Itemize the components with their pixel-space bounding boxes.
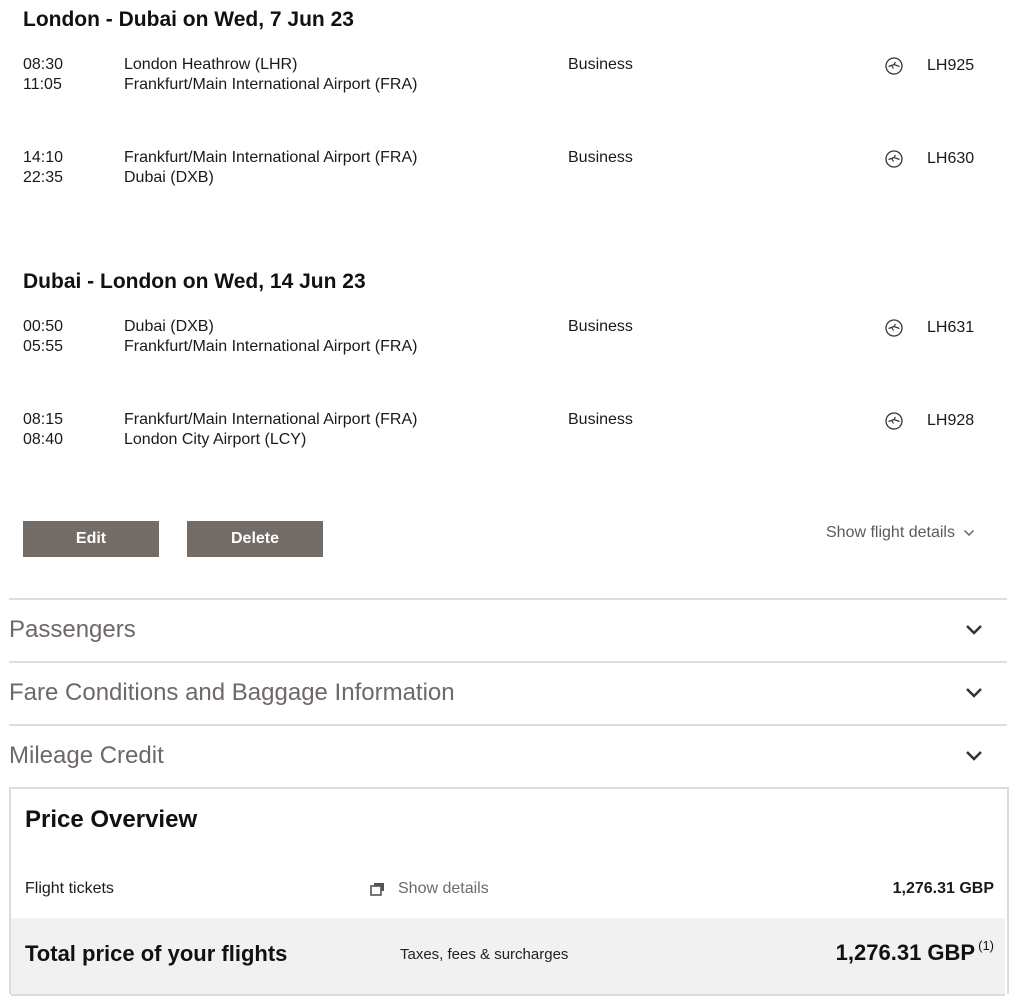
departure-airport: Frankfurt/Main International Airport (FR…: [124, 149, 418, 166]
show-flight-details-label: Show flight details: [826, 524, 955, 541]
flight-segment: 00:50 05:55 Dubai (DXB) Frankfurt/Main I…: [23, 317, 993, 361]
chevron-down-icon: [963, 529, 974, 537]
total-price-amount: 1,276.31 GBP (1): [835, 938, 994, 966]
show-details-label: Show details: [398, 880, 489, 897]
chevron-down-icon: [966, 751, 982, 761]
departure-airport: Dubai (DXB): [124, 318, 214, 335]
accordion-title: Fare Conditions and Baggage Information: [9, 679, 455, 706]
arrival-time: 22:35: [23, 169, 64, 186]
flight-number: LH928: [927, 412, 975, 429]
total-price-label: Total price of your flights: [25, 941, 288, 966]
segment-times: 08:30 11:05: [23, 55, 63, 95]
delete-button[interactable]: Delete: [187, 521, 323, 557]
stacked-windows-icon: [370, 883, 384, 896]
accordion-title: Mileage Credit: [9, 742, 164, 769]
flight-tickets-amount: 1,276.31 GBP: [892, 880, 994, 897]
flight-segment: 08:15 08:40 Frankfurt/Main International…: [23, 410, 993, 454]
departure-time: 08:15: [23, 411, 64, 428]
footnote-marker[interactable]: (1): [978, 938, 994, 953]
departure-time: 14:10: [23, 149, 64, 166]
arrival-airport: Dubai (DXB): [124, 169, 214, 186]
cabin-class: Business: [568, 56, 633, 73]
departure-airport: Frankfurt/Main International Airport (FR…: [124, 411, 418, 428]
arrival-time: 08:40: [23, 431, 64, 448]
passengers-accordion[interactable]: Passengers: [9, 598, 1007, 662]
departure-airport: London Heathrow (LHR): [124, 56, 298, 73]
arrival-airport: Frankfurt/Main International Airport (FR…: [124, 76, 418, 93]
arrival-airport: Frankfurt/Main International Airport (FR…: [124, 338, 418, 355]
cabin-class: Business: [568, 318, 633, 335]
flight-number: LH925: [927, 57, 975, 74]
taxes-fees-note: Taxes, fees & surcharges: [400, 946, 569, 963]
total-amount-value: 1,276.31 GBP: [835, 940, 976, 965]
fare-conditions-accordion[interactable]: Fare Conditions and Baggage Information: [9, 661, 1007, 725]
edit-button[interactable]: Edit: [23, 521, 159, 557]
mileage-credit-accordion[interactable]: Mileage Credit: [9, 724, 1007, 788]
cabin-class: Business: [568, 411, 633, 428]
chevron-down-icon: [966, 688, 982, 698]
cabin-class: Business: [568, 149, 633, 166]
segment-times: 14:10 22:35: [23, 148, 63, 188]
show-details-link[interactable]: Show details: [370, 880, 489, 898]
flight-segment: 08:30 11:05 London Heathrow (LHR) Frankf…: [23, 55, 993, 99]
price-overview-title: Price Overview: [25, 806, 198, 833]
inbound-route-title: Dubai - London on Wed, 14 Jun 23: [23, 270, 366, 293]
airline-crane-logo-icon: [885, 150, 903, 168]
airline-crane-logo-icon: [885, 57, 903, 75]
arrival-time: 11:05: [23, 76, 62, 93]
segment-times: 08:15 08:40: [23, 410, 63, 450]
arrival-airport: London City Airport (LCY): [124, 431, 307, 448]
segment-airports: Dubai (DXB) Frankfurt/Main International…: [124, 317, 417, 357]
flight-number: LH630: [927, 150, 975, 167]
departure-time: 00:50: [23, 318, 64, 335]
show-flight-details-toggle[interactable]: Show flight details: [826, 524, 975, 542]
arrival-time: 05:55: [23, 338, 64, 355]
flight-number: LH631: [927, 319, 975, 336]
segment-airports: Frankfurt/Main International Airport (FR…: [124, 410, 417, 450]
segment-airports: London Heathrow (LHR) Frankfurt/Main Int…: [124, 55, 417, 95]
accordion-title: Passengers: [9, 616, 136, 643]
flight-tickets-label: Flight tickets: [25, 880, 114, 897]
segment-airports: Frankfurt/Main International Airport (FR…: [124, 148, 417, 188]
segment-times: 00:50 05:55: [23, 317, 63, 357]
flight-segment: 14:10 22:35 Frankfurt/Main International…: [23, 148, 993, 192]
airline-crane-logo-icon: [885, 412, 903, 430]
departure-time: 08:30: [23, 56, 64, 73]
chevron-down-icon: [966, 625, 982, 635]
outbound-route-title: London - Dubai on Wed, 7 Jun 23: [23, 8, 354, 31]
airline-crane-logo-icon: [885, 319, 903, 337]
